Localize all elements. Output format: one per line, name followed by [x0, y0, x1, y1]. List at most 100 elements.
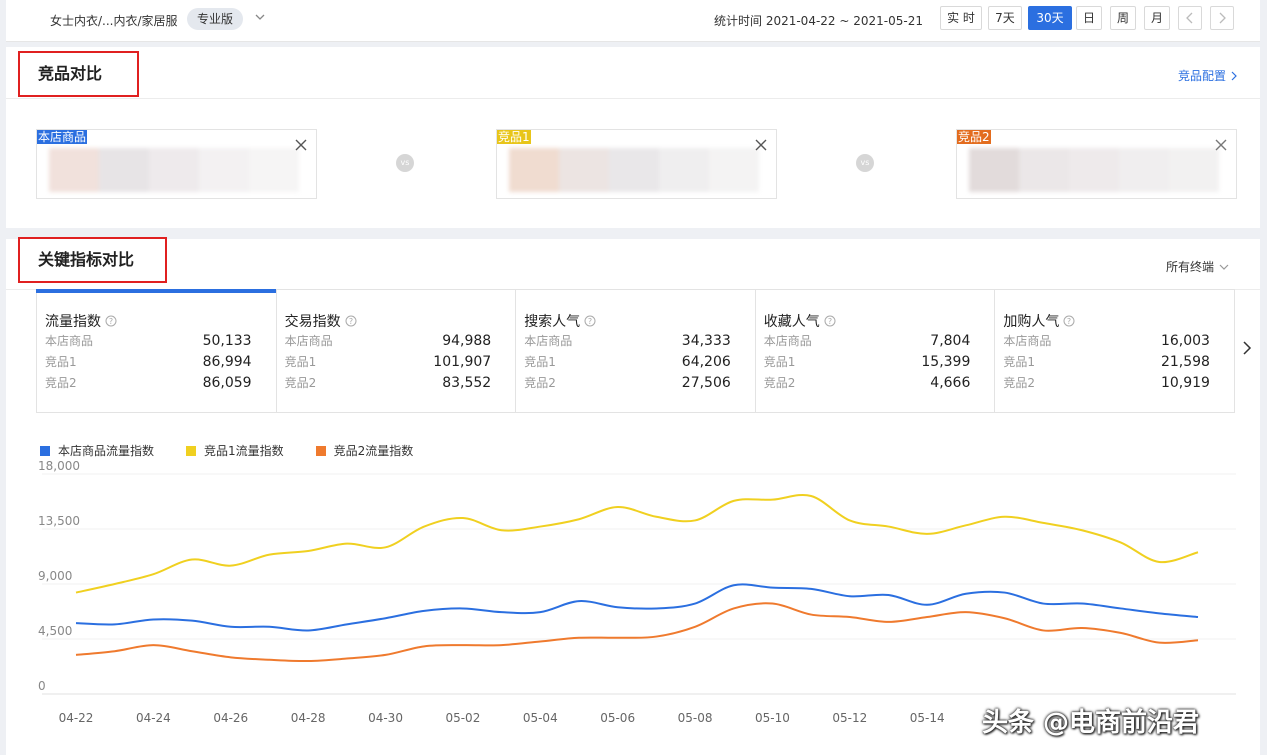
range-button-7d[interactable]: 7天	[988, 6, 1022, 30]
metric-value: 50,133	[202, 332, 252, 349]
metric-value: 34,333	[681, 332, 731, 349]
divider	[6, 98, 1260, 99]
chevron-down-icon[interactable]	[252, 9, 268, 25]
metric-value: 15,399	[921, 353, 971, 370]
x-tick-label: 04-22	[59, 711, 94, 725]
metric-name: 收藏人气	[763, 314, 820, 330]
metric-row-label: 竞品1	[524, 355, 556, 369]
terminal-select-label: 所有终端	[1165, 260, 1214, 274]
metric-value: 27,506	[681, 374, 731, 391]
chevron-right-icon	[1231, 71, 1237, 80]
metric-card-search[interactable]: 搜索人气 ? 本店商品 34,333 竞品1 64,206 竞品2 27,506	[516, 290, 756, 412]
metric-value: 86,059	[202, 374, 252, 391]
chart-legend: 本店商品流量指数 竞品1流量指数 竞品2流量指数	[40, 442, 413, 459]
product-card-competitor-1[interactable]: 竞品1	[496, 129, 777, 199]
edition-badge: 专业版	[187, 8, 244, 30]
terminal-select[interactable]: 所有终端	[1166, 258, 1230, 275]
x-tick-label: 04-24	[136, 711, 171, 725]
chevron-right-icon	[1219, 12, 1226, 24]
metric-card-favorite[interactable]: 收藏人气 ? 本店商品 7,804 竞品1 15,399 竞品2 4,666	[756, 290, 996, 412]
legend-label: 本店商品流量指数	[58, 444, 155, 458]
metric-value: 83,552	[442, 374, 492, 391]
product-image-competitor-1	[509, 148, 759, 192]
metric-row-label: 本店商品	[284, 334, 333, 348]
product-tag-competitor-2: 竞品2	[957, 130, 991, 144]
range-button-day[interactable]: 日	[1076, 6, 1102, 30]
metric-card-cart[interactable]: 加购人气 ? 本店商品 16,003 竞品1 21,598 竞品2 10,919	[995, 290, 1234, 412]
metric-row-label: 竞品1	[284, 355, 317, 369]
next-period-button[interactable]	[1210, 6, 1234, 30]
legend-swatch	[186, 445, 197, 456]
stat-time-range: 统计时间 2021-04-22 ~ 2021-05-21	[714, 14, 923, 28]
x-tick-label: 05-06	[600, 711, 635, 725]
range-button-30d[interactable]: 30天	[1028, 6, 1072, 30]
svg-text:?: ?	[348, 317, 352, 326]
x-tick-label: 05-12	[832, 711, 867, 725]
x-tick-label: 05-14	[910, 711, 945, 725]
x-tick-label: 05-04	[523, 711, 558, 725]
metrics-panel: 关键指标对比 所有终端 流量指数 ? 本店商品 50,133 竞品1 86,994 …	[6, 237, 1260, 755]
y-tick-label: 18,000	[38, 459, 80, 473]
metric-row-label: 竞品1	[763, 355, 796, 369]
help-icon[interactable]: ?	[584, 315, 596, 327]
help-icon[interactable]: ?	[1063, 315, 1075, 327]
y-tick-label: 0	[38, 679, 46, 693]
chevron-right-icon[interactable]	[1240, 339, 1254, 357]
chevron-down-icon	[1219, 264, 1229, 270]
watermark: 头条 @电商前沿君	[982, 708, 1200, 738]
metric-name: 流量指数	[45, 314, 101, 330]
category-selector[interactable]: 女士内衣/...内衣/家居服	[50, 12, 178, 29]
product-tag-competitor-1: 竞品1	[497, 130, 531, 144]
legend-label: 竞品1流量指数	[204, 444, 284, 458]
x-tick-label: 05-02	[445, 711, 480, 725]
metric-row-label: 竞品2	[1003, 376, 1036, 390]
x-tick-label: 04-28	[291, 711, 326, 725]
svg-text:?: ?	[109, 317, 113, 326]
compete-panel: 竞品对比 竞品配置 本店商品 vs 竞品1 vs 竞品2	[6, 47, 1260, 228]
help-icon[interactable]: ?	[824, 315, 836, 327]
legend-swatch	[40, 445, 50, 456]
compete-config-label: 竞品配置	[1177, 69, 1226, 83]
product-card-competitor-2[interactable]: 竞品2	[956, 129, 1237, 199]
product-image-own	[49, 148, 299, 192]
svg-text:?: ?	[588, 317, 592, 326]
metric-row-label: 竞品2	[524, 376, 556, 390]
close-icon[interactable]	[294, 138, 308, 152]
series-line-3	[75, 602, 1199, 663]
range-button-month[interactable]: 月	[1144, 6, 1170, 30]
legend-item-own[interactable]: 本店商品流量指数	[40, 442, 154, 459]
vs-icon: vs	[396, 154, 414, 172]
metric-cards: 流量指数 ? 本店商品 50,133 竞品1 86,994 竞品2 86,059 交易…	[36, 289, 1235, 413]
legend-label: 竞品2流量指数	[333, 444, 414, 458]
vs-icon: vs	[856, 154, 874, 172]
chevron-left-icon	[1186, 12, 1193, 24]
close-icon[interactable]	[754, 138, 768, 152]
metric-row-label: 本店商品	[524, 334, 573, 348]
close-icon[interactable]	[1214, 138, 1228, 152]
range-button-realtime[interactable]: 实 时	[940, 6, 982, 30]
metric-name: 加购人气	[1003, 314, 1060, 330]
prev-period-button[interactable]	[1178, 6, 1202, 30]
compete-config-link[interactable]: 竞品配置	[1178, 67, 1238, 84]
series-line-2	[75, 493, 1199, 594]
help-icon[interactable]: ?	[345, 315, 357, 327]
metric-name: 搜索人气	[524, 314, 581, 330]
metric-card-traffic[interactable]: 流量指数 ? 本店商品 50,133 竞品1 86,994 竞品2 86,059	[36, 289, 277, 412]
range-button-week[interactable]: 周	[1110, 6, 1136, 30]
metric-value: 4,666	[930, 374, 971, 391]
metric-value: 10,919	[1160, 374, 1210, 391]
legend-item-competitor-1[interactable]: 竞品1流量指数	[186, 442, 284, 459]
product-card-own[interactable]: 本店商品	[36, 129, 317, 199]
section-title-compete: 竞品对比	[18, 51, 139, 97]
metric-card-trade[interactable]: 交易指数 ? 本店商品 94,988 竞品1 101,907 竞品2 83,552	[277, 290, 517, 412]
metric-row-label: 竞品2	[763, 376, 796, 390]
svg-text:?: ?	[828, 317, 832, 326]
help-icon[interactable]: ?	[105, 315, 117, 327]
x-tick-label: 04-26	[213, 711, 248, 725]
metric-value: 21,598	[1160, 353, 1210, 370]
metric-row-label: 竞品1	[45, 355, 77, 369]
legend-item-competitor-2[interactable]: 竞品2流量指数	[315, 442, 414, 459]
metric-row-label: 竞品2	[45, 376, 77, 390]
product-image-competitor-2	[969, 148, 1219, 192]
y-tick-label: 4,500	[38, 624, 72, 638]
